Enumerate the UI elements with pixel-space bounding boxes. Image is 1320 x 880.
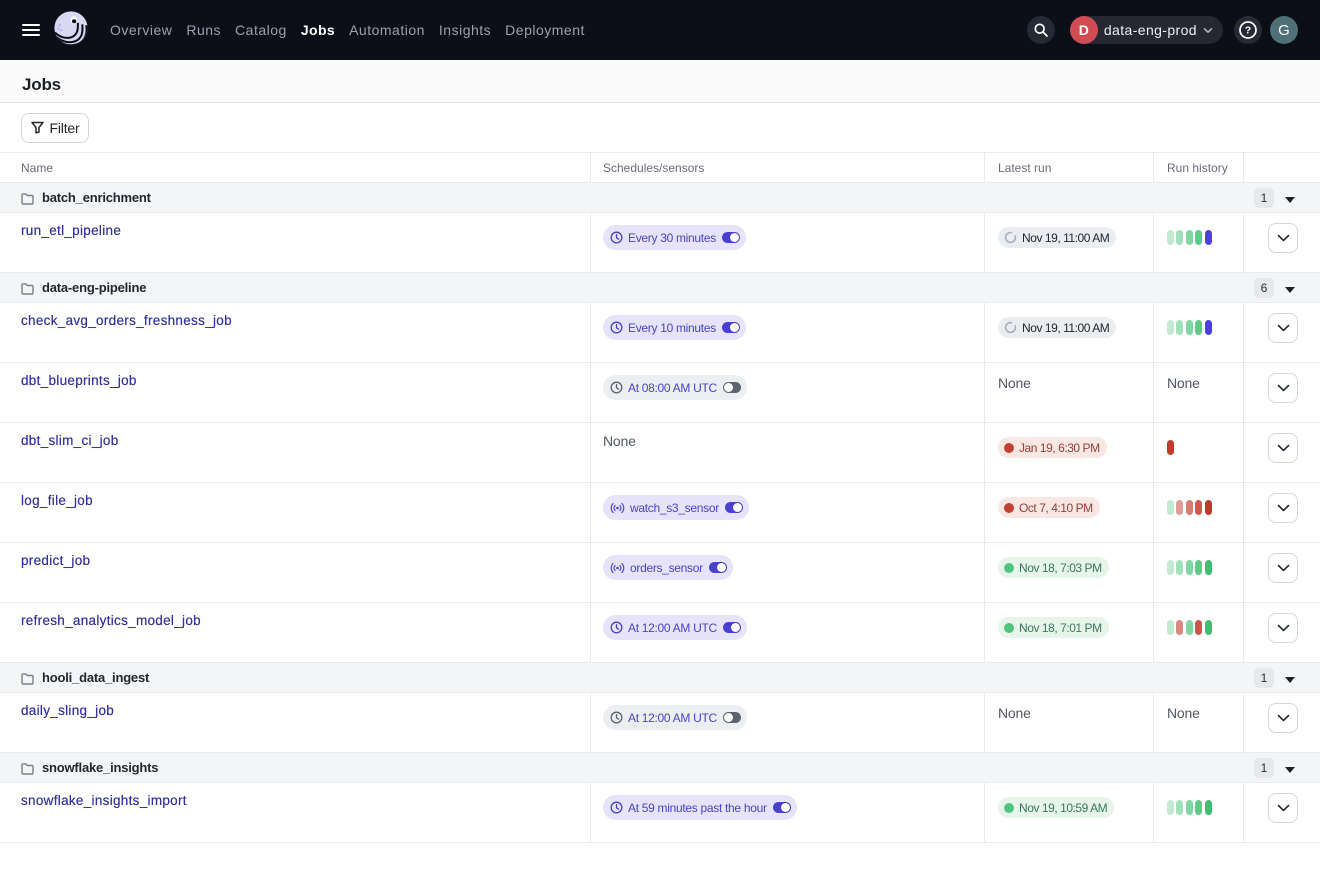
svg-text:?: ? xyxy=(1245,25,1251,37)
